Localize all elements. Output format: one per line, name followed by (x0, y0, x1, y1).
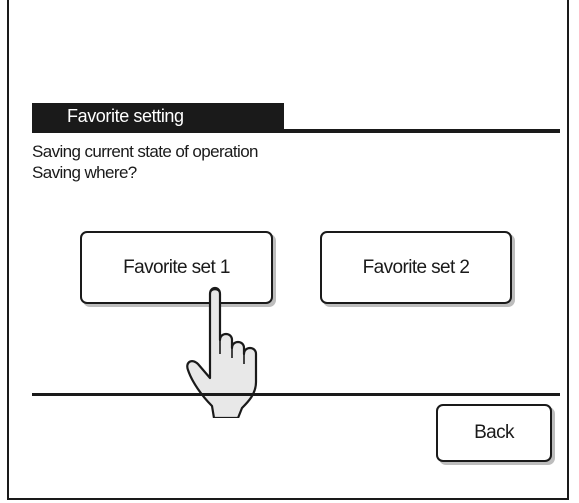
footer-divider (32, 393, 560, 396)
back-label: Back (474, 422, 514, 443)
page-title: Favorite setting (67, 106, 184, 126)
favorite-set-2-button[interactable]: Favorite set 2 (320, 231, 512, 304)
favorite-set-2-label: Favorite set 2 (362, 256, 470, 278)
message-line-2: Saving where? (32, 163, 137, 182)
hand-pointer-icon (186, 286, 258, 418)
title-divider (32, 129, 560, 133)
favorite-set-1-label: Favorite set 1 (123, 256, 230, 278)
back-button[interactable]: Back (436, 404, 552, 462)
message-line-1: Saving current state of operation (32, 142, 259, 161)
title-bar: Favorite setting (32, 103, 284, 130)
